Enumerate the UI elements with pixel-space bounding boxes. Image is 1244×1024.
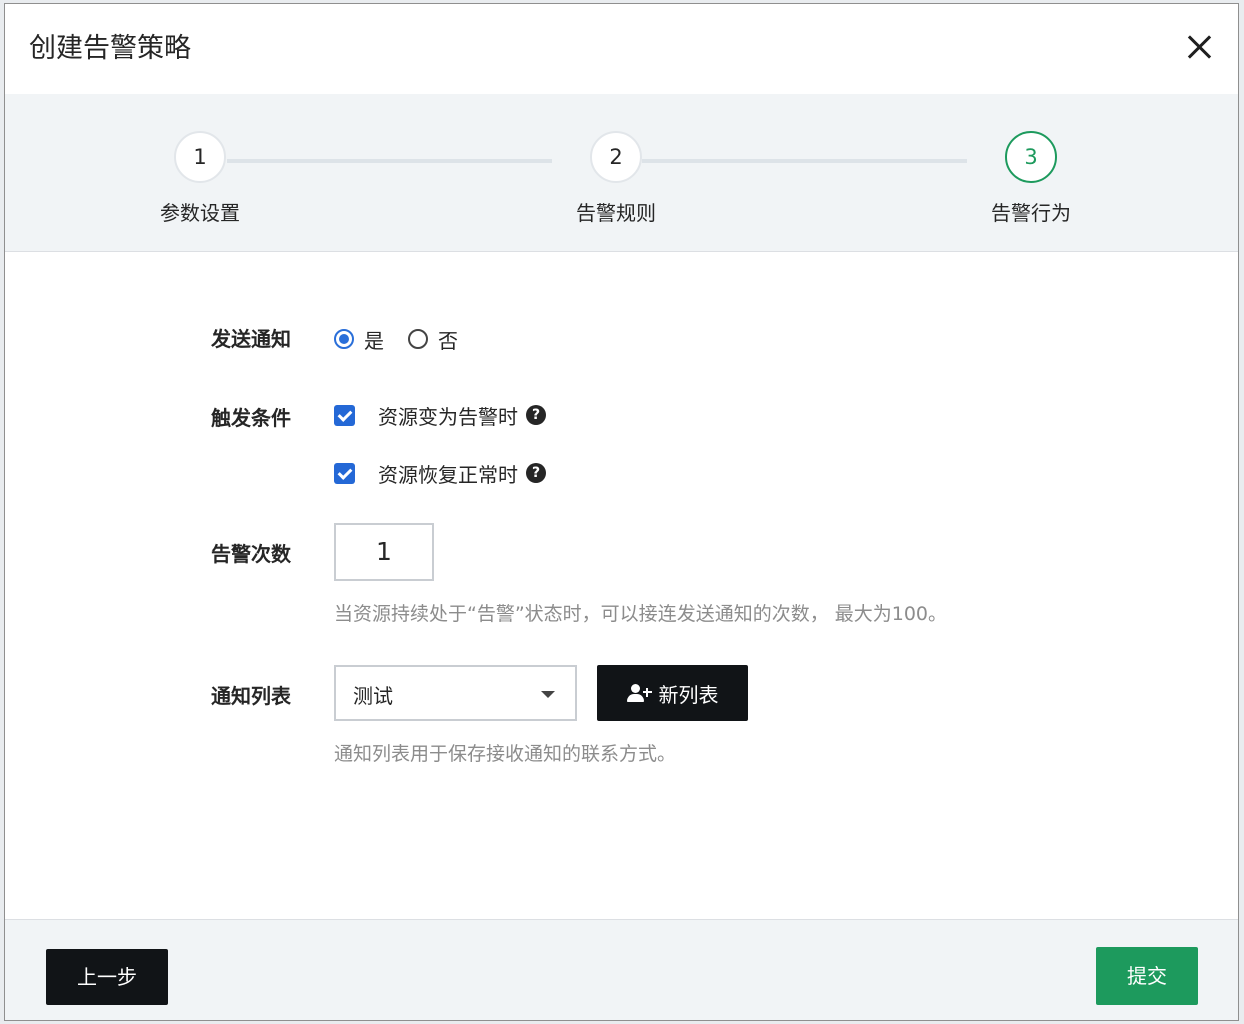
step-1: 1 参数设置 — [100, 131, 300, 226]
alarm-count-input[interactable]: 1 — [334, 523, 434, 581]
trigger-alarm-text[interactable]: 资源变为告警时 — [378, 401, 518, 430]
step-2-circle: 2 — [590, 131, 642, 183]
step-3-label: 告警行为 — [991, 201, 1071, 225]
notify-list-selected-value: 测试 — [353, 684, 393, 708]
dialog-title: 创建告警策略 — [29, 33, 191, 64]
help-icon[interactable]: ? — [526, 463, 546, 483]
notify-list-label: 通知列表 — [211, 684, 291, 708]
step-3: 3 告警行为 — [931, 131, 1131, 226]
close-icon[interactable] — [1186, 34, 1212, 60]
trigger-option-alarm: 资源变为告警时 ? — [334, 400, 546, 430]
send-notification-yes-label[interactable]: 是 — [364, 325, 384, 354]
new-list-button-label: 新列表 — [658, 682, 719, 707]
notify-list-select[interactable]: 测试 — [334, 665, 577, 721]
send-notification-label: 发送通知 — [211, 327, 291, 351]
trigger-recover-checkbox[interactable] — [334, 462, 355, 484]
step-3-circle: 3 — [1005, 131, 1057, 183]
alarm-count-hint: 当资源持续处于“告警”状态时，可以接连发送通知的次数， 最大为100。 — [334, 603, 947, 625]
alarm-count-label: 告警次数 — [211, 542, 291, 566]
step-1-label: 参数设置 — [160, 201, 240, 225]
previous-step-button[interactable]: 上一步 — [46, 949, 168, 1005]
caret-down-icon — [541, 691, 555, 698]
send-notification-radio-group: 是 否 — [334, 324, 482, 354]
trigger-recover-text[interactable]: 资源恢复正常时 — [378, 459, 518, 488]
create-alarm-policy-dialog: 创建告警策略 1 参数设置 2 告警规则 3 告警行为 发送通知 是 否 触发条… — [4, 3, 1239, 1021]
notify-list-hint: 通知列表用于保存接收通知的联系方式。 — [334, 743, 677, 765]
send-notification-no-label[interactable]: 否 — [438, 325, 458, 354]
help-icon[interactable]: ? — [526, 405, 546, 425]
dialog-header: 创建告警策略 — [5, 4, 1238, 95]
dialog-footer: 上一步 提交 — [5, 919, 1238, 1020]
send-notification-yes-radio[interactable] — [334, 329, 354, 349]
step-2: 2 告警规则 — [516, 131, 716, 226]
send-notification-no-radio[interactable] — [408, 329, 428, 349]
step-2-label: 告警规则 — [576, 201, 656, 225]
step-1-circle: 1 — [174, 131, 226, 183]
trigger-condition-label: 触发条件 — [211, 406, 291, 430]
user-plus-icon — [626, 683, 653, 703]
submit-button[interactable]: 提交 — [1096, 947, 1198, 1005]
trigger-alarm-checkbox[interactable] — [334, 404, 355, 426]
new-list-button[interactable]: 新列表 — [597, 665, 748, 721]
trigger-option-recover: 资源恢复正常时 ? — [334, 458, 546, 488]
step-indicator: 1 参数设置 2 告警规则 3 告警行为 — [5, 94, 1238, 252]
